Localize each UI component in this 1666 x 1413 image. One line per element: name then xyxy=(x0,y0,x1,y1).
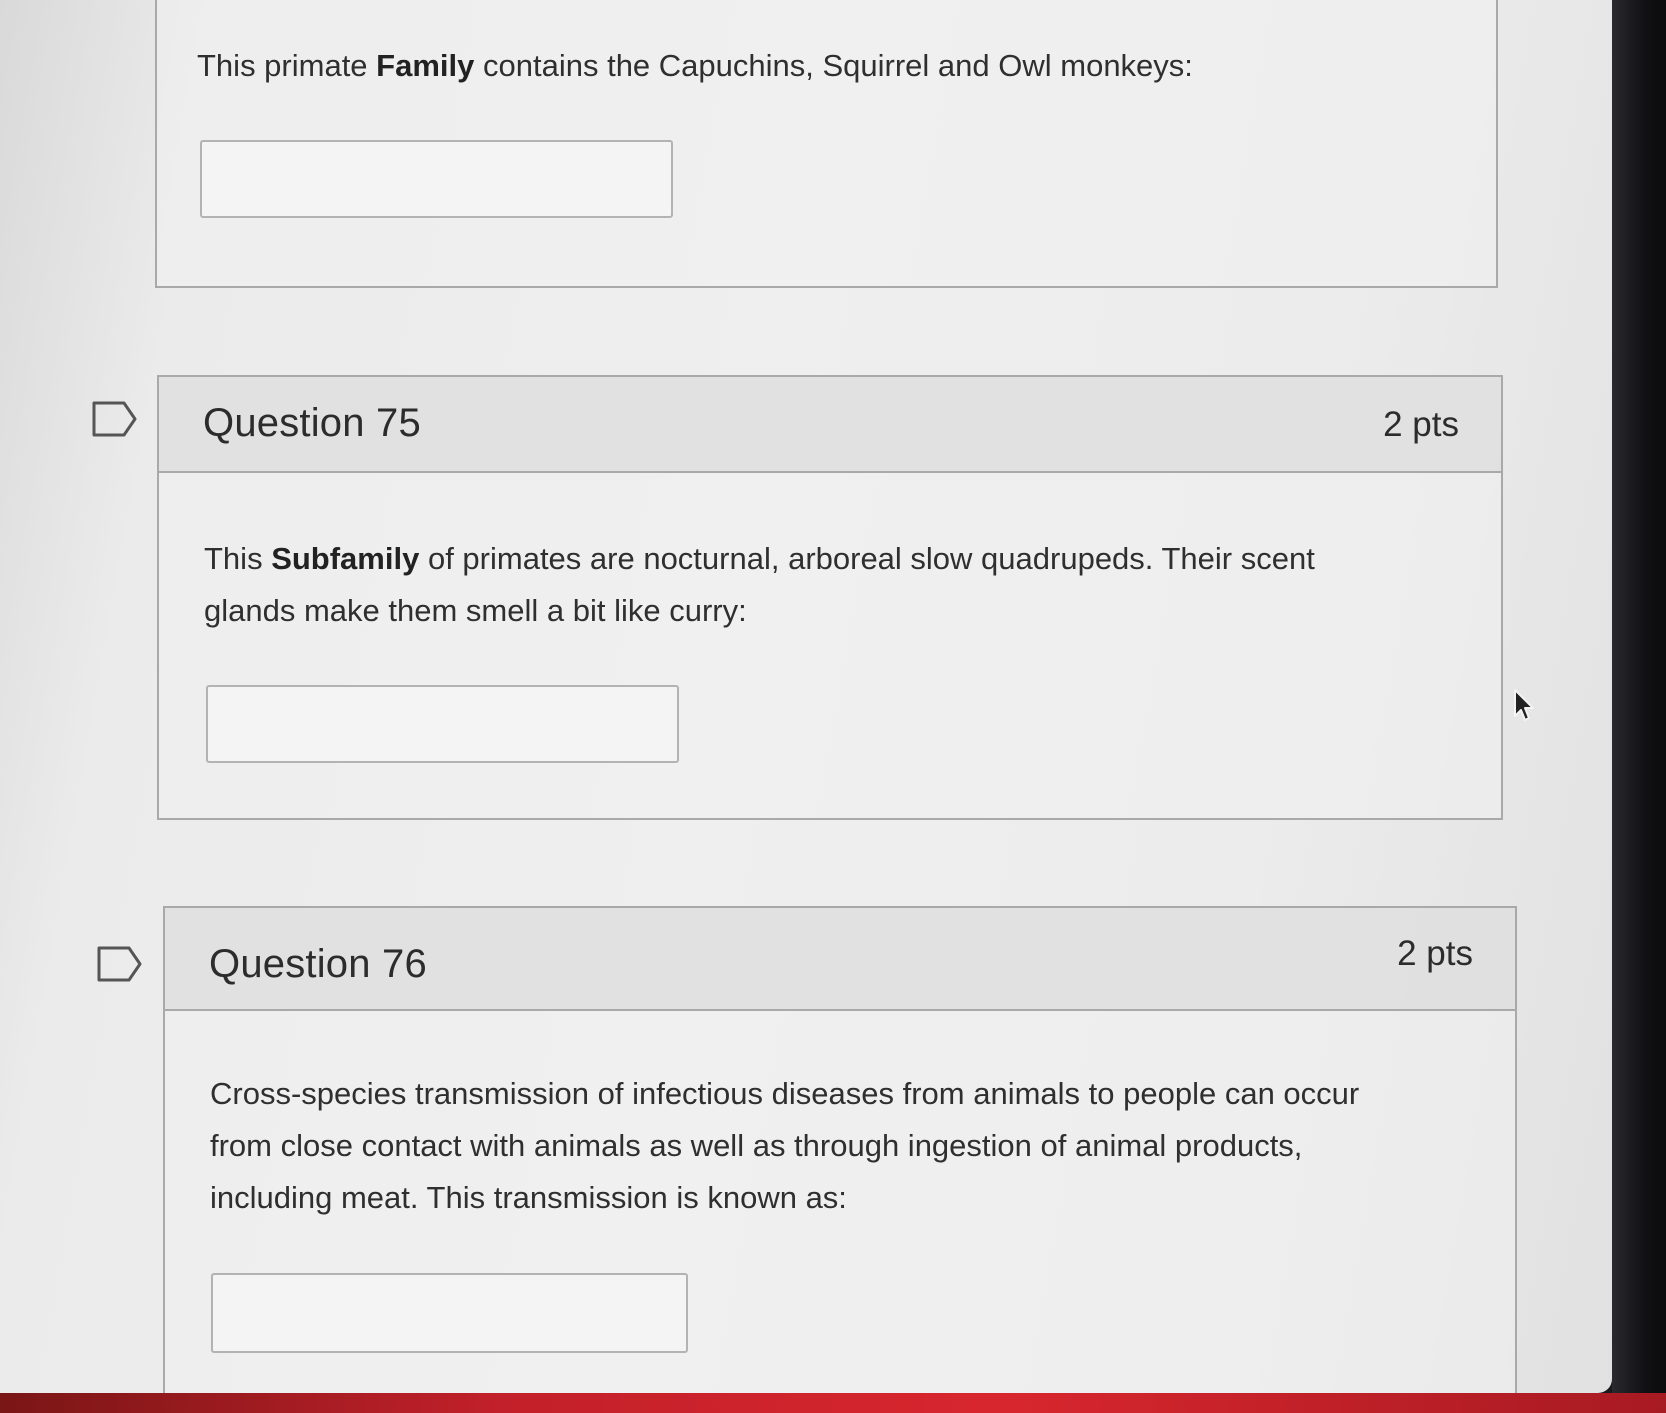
question-75-title: Question 75 xyxy=(203,401,421,445)
question-76-line-3: including meat. This transmission is kno… xyxy=(210,1180,847,1215)
mouse-pointer-icon xyxy=(1512,688,1538,724)
question-75-card: Question 75 2 pts This Subfamily of prim… xyxy=(157,375,1503,820)
flag-outline-icon[interactable] xyxy=(92,401,138,437)
question-75-suffix: of primates are nocturnal, arboreal slow… xyxy=(419,541,1315,576)
question-75-header: Question 75 2 pts xyxy=(159,377,1501,473)
question-75-text: This Subfamily of primates are nocturnal… xyxy=(204,533,1454,637)
question-74-text: This primate Family contains the Capuchi… xyxy=(197,40,1447,92)
background-surface xyxy=(0,1393,1666,1413)
question-76-points: 2 pts xyxy=(1397,934,1473,973)
question-76-line-2: from close contact with animals as well … xyxy=(210,1128,1303,1163)
question-76-title: Question 76 xyxy=(209,942,427,986)
question-76-line-1: Cross-species transmission of infectious… xyxy=(210,1076,1360,1111)
monitor-bezel xyxy=(1612,0,1666,1413)
question-75-answer-input[interactable] xyxy=(206,685,679,763)
question-75-line-1: This Subfamily of primates are nocturnal… xyxy=(204,533,1454,585)
question-74-bold-term: Family xyxy=(376,48,475,83)
question-74-card: This primate Family contains the Capuchi… xyxy=(155,0,1498,288)
flag-outline-icon[interactable] xyxy=(97,946,143,982)
question-75-line-2: glands make them smell a bit like curry: xyxy=(204,593,747,628)
question-76-card: Question 76 2 pts Cross-species transmis… xyxy=(163,906,1517,1393)
question-75-prefix: This xyxy=(204,541,272,576)
question-76-header: Question 76 2 pts xyxy=(165,908,1515,1011)
question-74-suffix: contains the Capuchins, Squirrel and Owl… xyxy=(474,48,1193,83)
question-76-answer-input[interactable] xyxy=(211,1273,688,1353)
quiz-page: This primate Family contains the Capuchi… xyxy=(0,0,1612,1393)
question-74-answer-input[interactable] xyxy=(200,140,673,218)
question-75-points: 2 pts xyxy=(1383,405,1459,444)
question-76-text: Cross-species transmission of infectious… xyxy=(210,1068,1490,1224)
question-75-bold-term: Subfamily xyxy=(271,541,420,576)
question-74-prefix: This primate xyxy=(197,48,377,83)
